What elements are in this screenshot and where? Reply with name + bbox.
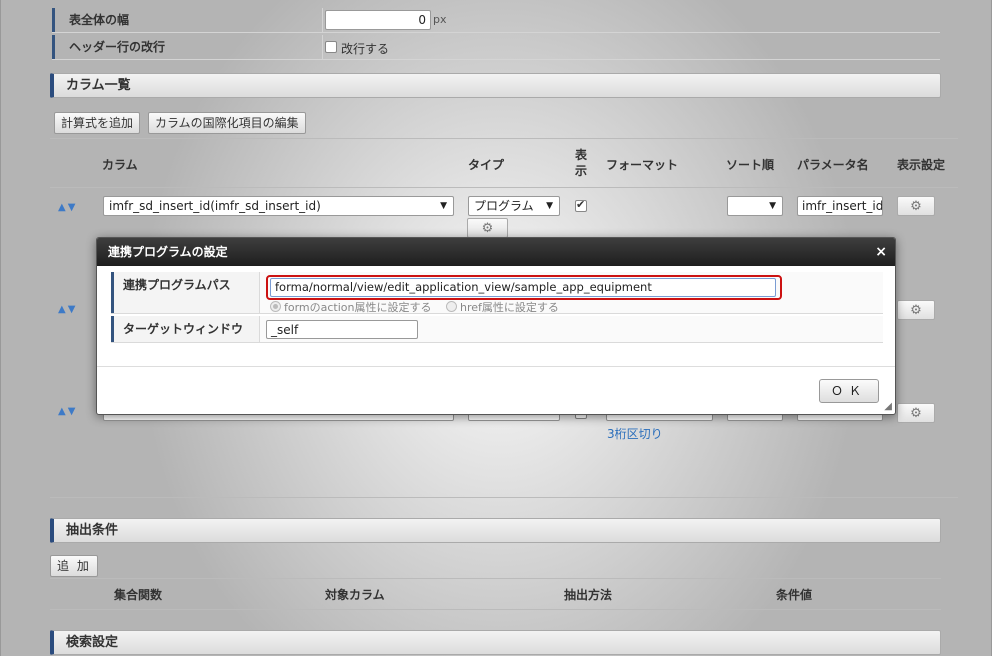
resize-grip-icon[interactable]: ◢ — [884, 401, 892, 412]
action-radio[interactable] — [270, 301, 281, 312]
display-settings-button[interactable]: ⚙ — [897, 300, 935, 320]
gear-icon: ⚙ — [481, 220, 494, 236]
dialog-titlebar: 連携プログラムの設定 × — [97, 238, 895, 266]
ok-button[interactable]: ＯＫ — [819, 379, 879, 403]
col-header-parameter-name: パラメータ名 — [797, 158, 869, 172]
type-select[interactable]: プログラム ▼ — [468, 196, 560, 216]
href-radio-label: href属性に設定する — [460, 301, 559, 314]
format-link[interactable]: 3桁区切り — [607, 425, 663, 442]
gear-icon: ⚙ — [910, 198, 922, 214]
gear-icon: ⚙ — [910, 302, 922, 318]
col-header-display: 表示 — [575, 148, 588, 178]
target-window-input[interactable]: _self — [266, 320, 418, 339]
header-wrap-checkbox[interactable] — [325, 41, 337, 53]
program-settings-button[interactable]: ⚙ — [467, 218, 508, 238]
table-width-row: 表全体の幅 0 px — [52, 8, 940, 33]
sort-arrows-icon[interactable]: ▲▼ — [58, 406, 77, 417]
col-header-format: フォーマット — [606, 158, 679, 172]
gear-icon: ⚙ — [910, 405, 922, 421]
action-radio-label: formのaction属性に設定する — [284, 301, 432, 314]
add-formula-button[interactable]: 計算式を追加 — [54, 112, 141, 134]
sort-order-select[interactable]: ▼ — [727, 196, 783, 216]
search-section-header: 検索設定 — [50, 630, 941, 655]
columns-section-header: カラム一覧 — [50, 73, 941, 98]
col-header-column: カラム — [102, 158, 138, 172]
header-wrap-label: ヘッダー行の改行 — [52, 35, 322, 59]
extract-add-button[interactable]: 追 加 — [50, 555, 98, 577]
col-header-type: タイプ — [468, 158, 505, 172]
extract-header-condition-value: 条件値 — [776, 588, 813, 602]
sort-arrows-icon[interactable]: ▲▼ — [58, 304, 77, 315]
sort-arrows-icon[interactable]: ▲▼ — [58, 202, 77, 213]
i18n-edit-button[interactable]: カラムの国際化項目の編集 — [148, 112, 306, 134]
column-select[interactable]: imfr_sd_insert_id(imfr_sd_insert_id) ▼ — [103, 196, 454, 216]
extract-header-method: 抽出方法 — [564, 588, 613, 602]
display-settings-button[interactable]: ⚙ — [897, 403, 935, 423]
extract-header-target-column: 対象カラム — [325, 588, 385, 602]
table-width-label: 表全体の幅 — [52, 8, 322, 32]
display-settings-button[interactable]: ⚙ — [897, 196, 935, 216]
header-wrap-row: ヘッダー行の改行 改行する — [52, 35, 940, 60]
dropdown-arrow-icon: ▼ — [440, 201, 447, 211]
col-header-sort-order: ソート順 — [726, 158, 775, 172]
table-width-unit: px — [433, 13, 447, 26]
program-path-label: 連携プログラムパス — [111, 272, 259, 313]
target-window-label: ターゲットウィンドウ — [111, 316, 259, 342]
col-header-display-settings: 表示設定 — [897, 158, 946, 172]
dropdown-arrow-icon: ▼ — [546, 201, 553, 211]
dialog-title: 連携プログラムの設定 — [108, 245, 228, 259]
dropdown-arrow-icon: ▼ — [769, 201, 776, 211]
header-wrap-option: 改行する — [341, 42, 390, 56]
target-window-row: ターゲットウィンドウ _self — [111, 316, 883, 343]
program-link-dialog: 連携プログラムの設定 × 連携プログラムパス forma/normal/view… — [96, 237, 896, 415]
table-width-input[interactable]: 0 — [325, 10, 431, 30]
href-radio[interactable] — [446, 301, 457, 312]
extract-header-aggregate: 集合関数 — [114, 588, 163, 602]
close-icon[interactable]: × — [875, 243, 887, 261]
program-path-row: 連携プログラムパス forma/normal/view/edit_applica… — [111, 272, 883, 314]
extract-section-header: 抽出条件 — [50, 518, 941, 543]
parameter-name-input[interactable]: imfr_insert_id — [797, 196, 883, 216]
display-checkbox[interactable] — [575, 198, 587, 212]
program-path-input[interactable]: forma/normal/view/edit_application_view/… — [270, 278, 776, 297]
